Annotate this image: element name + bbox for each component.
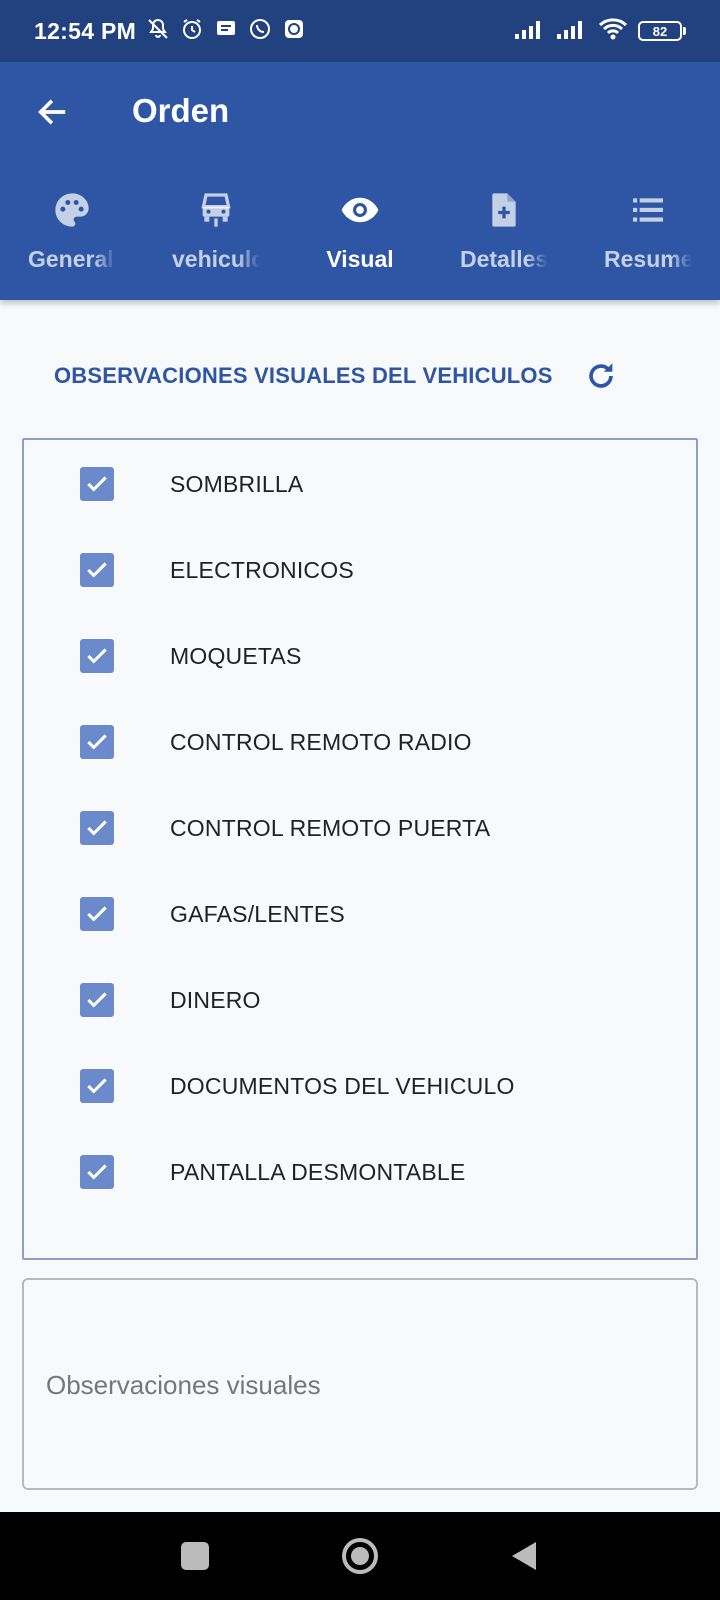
app-bar: Orden General vehiculo Visual Detalles R… <box>0 62 720 300</box>
note-add-icon <box>482 188 526 232</box>
checklist-item[interactable]: PANTALLA DESMONTABLE <box>24 1142 696 1202</box>
checkbox[interactable] <box>80 1155 114 1189</box>
check-icon <box>87 562 107 578</box>
page-title: Orden <box>132 92 230 129</box>
checkbox[interactable] <box>80 897 114 931</box>
section-title: OBSERVACIONES VISUALES DEL VEHICULOS <box>54 363 553 388</box>
checklist-item[interactable]: DOCUMENTOS DEL VEHICULO <box>24 1056 696 1116</box>
list-icon <box>626 188 670 232</box>
refresh-button[interactable] <box>581 356 621 396</box>
recents-button[interactable] <box>171 1532 219 1580</box>
tab-resumen[interactable]: Resumen <box>576 182 720 300</box>
triangle-back-icon <box>512 1542 536 1570</box>
tab-label: vehiculo <box>172 246 260 272</box>
checklist-item[interactable]: CONTROL REMOTO RADIO <box>24 712 696 772</box>
checklist-label: ELECTRONICOS <box>170 556 354 583</box>
check-icon <box>87 476 107 492</box>
palette-icon <box>50 188 94 232</box>
check-icon <box>87 820 107 836</box>
status-time: 12:54 PM <box>34 17 137 44</box>
status-bar: 12:54 PM 82 <box>0 0 720 62</box>
check-icon <box>87 1164 107 1180</box>
tab-vehiculo[interactable]: vehiculo <box>144 182 288 300</box>
checklist-label: DINERO <box>170 986 261 1013</box>
check-icon <box>87 648 107 664</box>
tab-label: Detalles <box>460 246 548 272</box>
tab-label: Resumen <box>604 246 692 272</box>
checklist-item[interactable]: CONTROL REMOTO PUERTA <box>24 798 696 858</box>
back-nav-button[interactable] <box>500 1532 548 1580</box>
eye-icon <box>338 188 382 232</box>
checklist-item[interactable]: ELECTRONICOS <box>24 540 696 600</box>
car-icon <box>194 188 238 232</box>
arrow-back-icon <box>38 99 66 125</box>
system-icons: 82 <box>514 17 686 46</box>
chat-icon <box>282 17 306 46</box>
whatsapp-icon <box>248 17 272 46</box>
observations-input[interactable]: Observaciones visuales <box>22 1278 698 1490</box>
back-button[interactable] <box>30 90 74 134</box>
wifi-icon <box>598 17 628 46</box>
square-icon <box>181 1542 209 1570</box>
battery-icon: 82 <box>638 21 686 41</box>
check-icon <box>87 734 107 750</box>
section-header: OBSERVACIONES VISUALES DEL VEHICULOS <box>54 350 654 402</box>
tab-label: Visual <box>326 246 394 272</box>
tab-bar: General vehiculo Visual Detalles Resumen <box>0 182 720 300</box>
tab-general[interactable]: General <box>0 182 144 300</box>
checklist-label: DOCUMENTOS DEL VEHICULO <box>170 1072 515 1099</box>
home-button[interactable] <box>336 1532 384 1580</box>
signal-icon-2 <box>556 18 588 45</box>
mute-icon <box>146 17 170 46</box>
refresh-icon <box>588 363 613 388</box>
checkbox[interactable] <box>80 983 114 1017</box>
checklist-label: GAFAS/LENTES <box>170 900 345 927</box>
alarm-icon <box>180 17 204 46</box>
checkbox[interactable] <box>80 1069 114 1103</box>
visual-checklist: SOMBRILLA ELECTRONICOS MOQUETAS CONTROL … <box>22 438 698 1260</box>
checklist-item[interactable]: GAFAS/LENTES <box>24 884 696 944</box>
notification-icons <box>146 17 306 46</box>
checkbox[interactable] <box>80 553 114 587</box>
checklist-item[interactable]: SOMBRILLA <box>24 454 696 514</box>
tab-visual[interactable]: Visual <box>288 182 432 300</box>
check-icon <box>87 1078 107 1094</box>
checkbox[interactable] <box>80 725 114 759</box>
system-nav-bar <box>0 1512 720 1600</box>
check-icon <box>87 992 107 1008</box>
checklist-label: CONTROL REMOTO RADIO <box>170 728 472 755</box>
circle-icon <box>342 1538 378 1574</box>
battery-level: 82 <box>638 21 682 41</box>
tab-detalles[interactable]: Detalles <box>432 182 576 300</box>
checklist-label: MOQUETAS <box>170 642 302 669</box>
checkbox[interactable] <box>80 639 114 673</box>
checklist-item[interactable]: DINERO <box>24 970 696 1030</box>
checklist-label: PANTALLA DESMONTABLE <box>170 1158 466 1185</box>
checklist-item[interactable]: MOQUETAS <box>24 626 696 686</box>
check-icon <box>87 906 107 922</box>
checklist-label: SOMBRILLA <box>170 470 304 497</box>
observations-placeholder: Observaciones visuales <box>46 1370 321 1400</box>
checklist-label: CONTROL REMOTO PUERTA <box>170 814 491 841</box>
tab-label: General <box>28 246 114 272</box>
checkbox[interactable] <box>80 467 114 501</box>
checkbox[interactable] <box>80 811 114 845</box>
message-icon <box>214 17 238 46</box>
signal-icon <box>514 18 546 45</box>
